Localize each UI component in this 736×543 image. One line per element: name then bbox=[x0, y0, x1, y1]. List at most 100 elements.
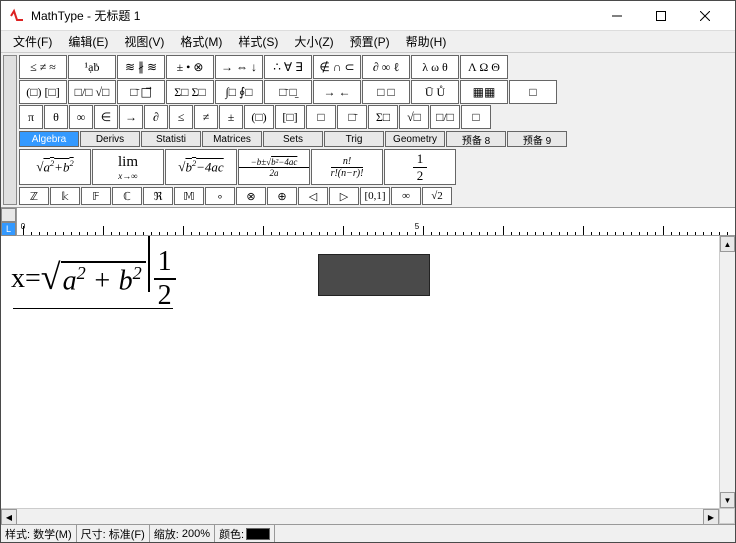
tmpl-sqrt[interactable]: √□ bbox=[399, 105, 429, 129]
menu-edit[interactable]: 编辑(E) bbox=[60, 31, 116, 52]
sym-M[interactable]: 𝕄 bbox=[174, 187, 204, 205]
sym-interval[interactable]: [0,1] bbox=[360, 187, 390, 205]
tab-matrices[interactable]: Matrices bbox=[202, 131, 262, 147]
sym-infinity-2[interactable]: ∞ bbox=[391, 187, 421, 205]
sym-element[interactable]: ∈ bbox=[94, 105, 118, 129]
palette-arrows[interactable]: → ⇔ ↓ bbox=[215, 55, 263, 79]
sym-infinity[interactable]: ∞ bbox=[69, 105, 93, 129]
palette-sums[interactable]: Σ□ Σ□ bbox=[166, 80, 214, 104]
tab-statisti[interactable]: Statisti bbox=[141, 131, 201, 147]
sym-arrow[interactable]: → bbox=[119, 105, 143, 129]
tmpl-quadratic[interactable]: −b±√b²−4ac2a bbox=[238, 149, 310, 185]
palette-sidebar[interactable] bbox=[3, 55, 17, 205]
sym-F[interactable]: 𝔽 bbox=[81, 187, 111, 205]
template-big-buttons: √a2+b2 limx→∞ √b2−4ac −b±√b²−4ac2a n!r!(… bbox=[19, 149, 733, 185]
window-title: MathType - 无标题 1 bbox=[31, 7, 595, 24]
scroll-up-icon[interactable]: ▲ bbox=[720, 236, 735, 252]
palette-greek-lower[interactable]: λ ω θ bbox=[411, 55, 459, 79]
tmpl-bar[interactable]: □̄ bbox=[337, 105, 367, 129]
palette-set[interactable]: ∉ ∩ ⊂ bbox=[313, 55, 361, 79]
menu-preferences[interactable]: 预置(P) bbox=[342, 31, 398, 52]
sym-pm[interactable]: ± bbox=[219, 105, 243, 129]
palette-underover[interactable]: □̄ □̱ bbox=[264, 80, 312, 104]
menu-size[interactable]: 大小(Z) bbox=[286, 31, 341, 52]
menu-format[interactable]: 格式(M) bbox=[172, 31, 230, 52]
scrollbar-horizontal[interactable]: ◀ ▶ bbox=[1, 508, 719, 524]
sym-compose[interactable]: ∘ bbox=[205, 187, 235, 205]
palette-bars[interactable]: □̄ □⃗ bbox=[117, 80, 165, 104]
tmpl-limit[interactable]: limx→∞ bbox=[92, 149, 164, 185]
palette-operators[interactable]: ± • ⊗ bbox=[166, 55, 214, 79]
palette-labeled-arrows[interactable]: → ← bbox=[313, 80, 361, 104]
ruler[interactable]: 0 5 bbox=[17, 208, 735, 236]
tmpl-half[interactable]: 12 bbox=[384, 149, 456, 185]
scroll-down-icon[interactable]: ▼ bbox=[720, 492, 735, 508]
tab-derivs[interactable]: Derivs bbox=[80, 131, 140, 147]
sym-oplus[interactable]: ⊕ bbox=[267, 187, 297, 205]
palette-boxes[interactable]: □ bbox=[509, 80, 557, 104]
sym-pi[interactable]: π bbox=[19, 105, 43, 129]
sym-leq[interactable]: ≤ bbox=[169, 105, 193, 129]
tmpl-sup[interactable]: □ bbox=[461, 105, 491, 129]
tab-preset-8[interactable]: 预备 8 bbox=[446, 131, 506, 147]
menubar: 文件(F) 编辑(E) 视图(V) 格式(M) 样式(S) 大小(Z) 预置(P… bbox=[1, 31, 735, 53]
palette-relational[interactable]: ≤ ≠ ≈ bbox=[19, 55, 67, 79]
sym-neq[interactable]: ≠ bbox=[194, 105, 218, 129]
menu-style[interactable]: 样式(S) bbox=[230, 31, 286, 52]
sym-otimes[interactable]: ⊗ bbox=[236, 187, 266, 205]
scrollbar-vertical[interactable]: ▲ ▼ bbox=[719, 236, 735, 508]
palette-misc[interactable]: ∂ ∞ ℓ bbox=[362, 55, 410, 79]
palette-products[interactable]: □ □ bbox=[362, 80, 410, 104]
menu-view[interactable]: 视图(V) bbox=[116, 31, 172, 52]
status-size[interactable]: 尺寸: 标准(F) bbox=[77, 525, 150, 542]
tab-trig[interactable]: Trig bbox=[324, 131, 384, 147]
sym-R[interactable]: ℜ bbox=[143, 187, 173, 205]
tmpl-hypot[interactable]: √a2+b2 bbox=[19, 149, 91, 185]
tab-geometry[interactable]: Geometry bbox=[385, 131, 445, 147]
palette-hats[interactable]: Ū Ů bbox=[411, 80, 459, 104]
palette-row-2: (□) [□] □/□ √□ □̄ □⃗ Σ□ Σ□ ∫□ ∮□ □̄ □̱ →… bbox=[19, 80, 733, 104]
maximize-button[interactable] bbox=[639, 2, 683, 30]
palette-logical[interactable]: ∴ ∀ ∃ bbox=[264, 55, 312, 79]
tmpl-box[interactable]: □ bbox=[306, 105, 336, 129]
sym-partial[interactable]: ∂ bbox=[144, 105, 168, 129]
ruler-tab-button[interactable]: L bbox=[1, 222, 16, 236]
palette-integrals[interactable]: ∫□ ∮□ bbox=[215, 80, 263, 104]
sym-k[interactable]: 𝕜 bbox=[50, 187, 80, 205]
sym-sqrt2[interactable]: √2 bbox=[422, 187, 452, 205]
ruler-btn-1[interactable] bbox=[1, 208, 16, 222]
minimize-button[interactable] bbox=[595, 2, 639, 30]
status-zoom[interactable]: 缩放: 200% bbox=[150, 525, 215, 542]
tab-sets[interactable]: Sets bbox=[263, 131, 323, 147]
eq-radicand: a2 + b2 bbox=[61, 261, 146, 297]
template-tabs: Algebra Derivs Statisti Matrices Sets Tr… bbox=[19, 131, 733, 147]
palette-spaces[interactable]: ¹ạḃ bbox=[68, 55, 116, 79]
equation: x= √ a2 + b2 1 2 bbox=[11, 246, 176, 312]
palette-fences[interactable]: (□) [□] bbox=[19, 80, 67, 104]
sym-tri-left[interactable]: ◁ bbox=[298, 187, 328, 205]
close-button[interactable] bbox=[683, 2, 727, 30]
palette-fractions[interactable]: □/□ √□ bbox=[68, 80, 116, 104]
palette-matrices[interactable]: ▦▦ bbox=[460, 80, 508, 104]
tmpl-frac[interactable]: □/□ bbox=[430, 105, 460, 129]
tmpl-sum[interactable]: Σ□ bbox=[368, 105, 398, 129]
sym-tri-right[interactable]: ▷ bbox=[329, 187, 359, 205]
menu-file[interactable]: 文件(F) bbox=[5, 31, 60, 52]
palette-greek-upper[interactable]: Λ Ω Θ bbox=[460, 55, 508, 79]
eq-sqrt: √ a2 + b2 bbox=[41, 261, 146, 297]
status-style[interactable]: 样式: 数学(M) bbox=[1, 525, 77, 542]
palette-embellish[interactable]: ≋ ∦ ≋ bbox=[117, 55, 165, 79]
tmpl-brackets[interactable]: [□] bbox=[275, 105, 305, 129]
sym-Z[interactable]: ℤ bbox=[19, 187, 49, 205]
tab-algebra[interactable]: Algebra bbox=[19, 131, 79, 147]
tmpl-binomial[interactable]: n!r!(n−r)! bbox=[311, 149, 383, 185]
sym-theta[interactable]: θ bbox=[44, 105, 68, 129]
status-color[interactable]: 颜色: bbox=[215, 525, 275, 542]
tab-preset-9[interactable]: 预备 9 bbox=[507, 131, 567, 147]
sym-C[interactable]: ℂ bbox=[112, 187, 142, 205]
scroll-left-icon[interactable]: ◀ bbox=[1, 509, 17, 525]
scroll-right-icon[interactable]: ▶ bbox=[703, 509, 719, 525]
menu-help[interactable]: 帮助(H) bbox=[398, 31, 455, 52]
tmpl-discrim[interactable]: √b2−4ac bbox=[165, 149, 237, 185]
tmpl-parens[interactable]: (□) bbox=[244, 105, 274, 129]
